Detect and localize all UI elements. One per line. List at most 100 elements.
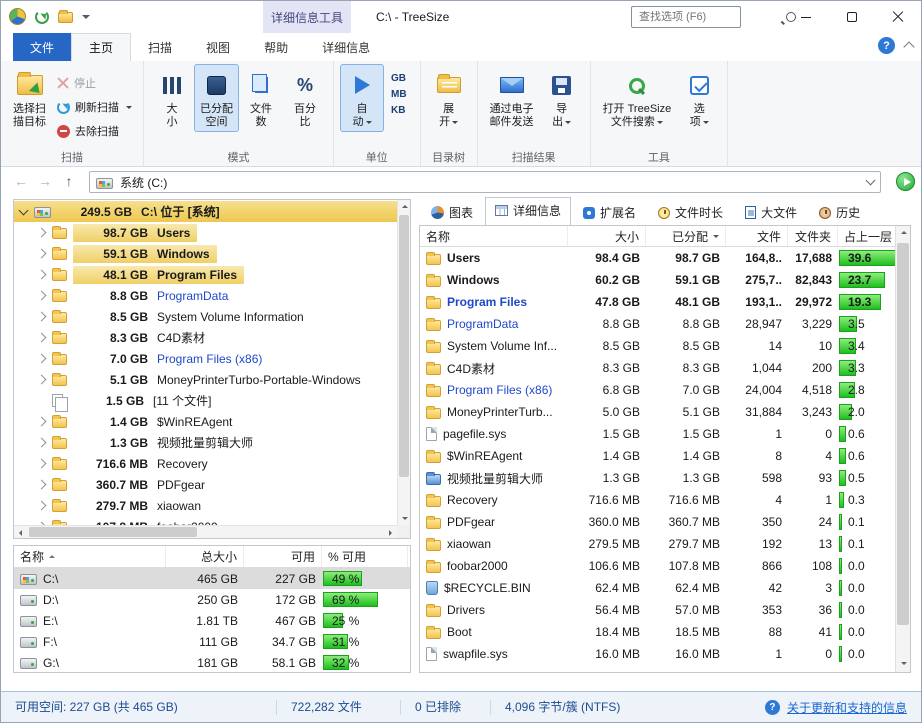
back-button[interactable]: ← bbox=[11, 171, 31, 191]
tree-row[interactable]: 360.7 MBPDFgear bbox=[14, 474, 397, 495]
go-button[interactable] bbox=[896, 172, 915, 191]
table-row[interactable]: $WinREAgent1.4 GB1.4 GB840.6 bbox=[420, 445, 895, 467]
remove-scan-button[interactable]: 去除扫描 bbox=[52, 121, 137, 141]
tree-row[interactable]: 7.0 GBProgram Files (x86) bbox=[14, 348, 397, 369]
tree-row[interactable]: 8.5 GBSystem Volume Information bbox=[14, 306, 397, 327]
tab-details[interactable]: 详细信息 bbox=[305, 33, 387, 61]
chevron-right-icon[interactable] bbox=[37, 333, 47, 343]
tab-view[interactable]: 视图 bbox=[189, 33, 247, 61]
contextual-tab-header[interactable]: 详细信息工具 bbox=[263, 1, 351, 33]
scrollbar-thumb[interactable] bbox=[29, 527, 197, 537]
mode-percent-button[interactable]: 百分比 bbox=[283, 64, 327, 132]
scroll-up-icon[interactable] bbox=[398, 200, 411, 213]
tree-row[interactable]: 8.8 GBProgramData bbox=[14, 285, 397, 306]
column-header-pct-free[interactable]: % 可用 bbox=[322, 546, 408, 567]
tree-row[interactable]: 59.1 GBWindows bbox=[14, 243, 397, 264]
chevron-right-icon[interactable] bbox=[37, 438, 47, 448]
table-row[interactable]: Boot18.4 MB18.5 MB88410.0 bbox=[420, 621, 895, 643]
quick-scan-icon[interactable] bbox=[58, 12, 73, 23]
chevron-right-icon[interactable] bbox=[37, 354, 47, 364]
tab-chart[interactable]: 图表 bbox=[421, 199, 483, 225]
mode-size-button[interactable]: 大小 bbox=[150, 64, 194, 132]
table-row[interactable]: System Volume Inf...8.5 GB8.5 GB14103.4 bbox=[420, 335, 895, 357]
tab-history[interactable]: 历史 bbox=[809, 199, 870, 225]
expand-tree-button[interactable]: 展开 bbox=[427, 64, 471, 132]
column-header-name[interactable]: 名称 bbox=[420, 226, 568, 246]
column-header-allocated[interactable]: 已分配 bbox=[646, 226, 726, 246]
table-row[interactable]: swapfile.sys16.0 MB16.0 MB100.0 bbox=[420, 643, 895, 665]
tab-scan[interactable]: 扫描 bbox=[131, 33, 189, 61]
forward-button[interactable]: → bbox=[35, 171, 55, 191]
table-row[interactable]: 视频批量剪辑大师1.3 GB1.3 GB598930.5 bbox=[420, 467, 895, 489]
chevron-right-icon[interactable] bbox=[37, 270, 47, 280]
mode-filecount-button[interactable]: 文件数 bbox=[239, 64, 283, 132]
table-row[interactable]: PDFgear360.0 MB360.7 MB350240.1 bbox=[420, 511, 895, 533]
tree-row[interactable]: 98.7 GBUsers bbox=[14, 222, 397, 243]
table-row[interactable]: Windows60.2 GB59.1 GB275,7..82,84323.7 bbox=[420, 269, 895, 291]
drive-row[interactable]: F:\111 GB34.7 GB31 % bbox=[14, 631, 410, 652]
chevron-right-icon[interactable] bbox=[37, 249, 47, 259]
drive-row[interactable]: C:\465 GB227 GB49 % bbox=[14, 568, 410, 589]
chevron-down-icon[interactable] bbox=[19, 205, 29, 215]
options-button[interactable]: 选项 bbox=[677, 64, 721, 132]
table-row[interactable]: Drivers56.4 MB57.0 MB353360.0 bbox=[420, 599, 895, 621]
tab-file-age[interactable]: 文件时长 bbox=[648, 199, 733, 225]
chevron-right-icon[interactable] bbox=[37, 480, 47, 490]
table-row[interactable]: xiaowan279.5 MB279.7 MB192130.1 bbox=[420, 533, 895, 555]
table-row[interactable]: MoneyPrinterTurb...5.0 GB5.1 GB31,8843,2… bbox=[420, 401, 895, 423]
drive-row[interactable]: E:\1.81 TB467 GB25 % bbox=[14, 610, 410, 631]
tree-row[interactable]: 279.7 MBxiaowan bbox=[14, 495, 397, 516]
treesize-logo-icon[interactable] bbox=[9, 8, 26, 25]
column-header-size[interactable]: 大小 bbox=[568, 226, 646, 246]
drive-row[interactable]: D:\250 GB172 GB69 % bbox=[14, 589, 410, 610]
tab-help[interactable]: 帮助 bbox=[247, 33, 305, 61]
tree-row[interactable]: 48.1 GBProgram Files bbox=[14, 264, 397, 285]
chevron-right-icon[interactable] bbox=[37, 417, 47, 427]
chevron-right-icon[interactable] bbox=[37, 291, 47, 301]
send-email-button[interactable]: 通过电子邮件发送 bbox=[484, 64, 540, 132]
tree-row[interactable]: 8.3 GBC4D素材 bbox=[14, 327, 397, 348]
stop-scan-button[interactable]: 停止 bbox=[52, 73, 137, 93]
scroll-down-icon[interactable] bbox=[896, 657, 911, 672]
tab-home[interactable]: 主页 bbox=[71, 33, 131, 61]
drive-row[interactable]: G:\181 GB58.1 GB32 % bbox=[14, 652, 410, 673]
unit-auto-button[interactable]: 自动 bbox=[340, 64, 384, 132]
search-input[interactable] bbox=[632, 11, 785, 23]
scrollbar-thumb[interactable] bbox=[897, 243, 909, 625]
tab-extensions[interactable]: 扩展名 bbox=[573, 199, 646, 225]
tab-top-files[interactable]: 大文件 bbox=[735, 199, 807, 225]
unit-kb-button[interactable]: KB bbox=[384, 104, 414, 117]
table-row[interactable]: Recovery716.6 MB716.6 MB410.3 bbox=[420, 489, 895, 511]
tab-details-view[interactable]: 详细信息 bbox=[485, 197, 571, 225]
table-row[interactable]: $RECYCLE.BIN62.4 MB62.4 MB4230.0 bbox=[420, 577, 895, 599]
column-header-percent-of-parent[interactable]: 占上一层 bbox=[838, 226, 895, 246]
scrollbar-thumb[interactable] bbox=[399, 215, 409, 477]
quick-access-dropdown-icon[interactable] bbox=[82, 15, 90, 23]
path-dropdown-icon[interactable] bbox=[866, 176, 876, 186]
help-icon[interactable] bbox=[765, 700, 780, 715]
tree-row[interactable]: 1.5 GB[11 个文件] bbox=[14, 390, 397, 411]
tree-row[interactable]: 1.4 GB$WinREAgent bbox=[14, 411, 397, 432]
column-header-total[interactable]: 总大小 bbox=[166, 546, 244, 567]
scroll-left-icon[interactable] bbox=[14, 526, 27, 539]
choose-scan-target-button[interactable]: 选择扫描目标 bbox=[7, 64, 52, 132]
chevron-right-icon[interactable] bbox=[37, 501, 47, 511]
table-row[interactable]: pagefile.sys1.5 GB1.5 GB100.6 bbox=[420, 423, 895, 445]
minimize-button[interactable] bbox=[783, 1, 829, 33]
maximize-button[interactable] bbox=[829, 1, 875, 33]
column-header-free[interactable]: 可用 bbox=[244, 546, 322, 567]
tree-row[interactable]: 716.6 MBRecovery bbox=[14, 453, 397, 474]
chevron-right-icon[interactable] bbox=[37, 312, 47, 322]
table-row[interactable]: Users98.4 GB98.7 GB164,8..17,68839.6 bbox=[420, 247, 895, 269]
unit-gb-button[interactable]: GB bbox=[384, 72, 414, 85]
scroll-up-icon[interactable] bbox=[896, 226, 911, 241]
table-row[interactable]: foobar2000106.6 MB107.8 MB8661080.0 bbox=[420, 555, 895, 577]
column-header-folders[interactable]: 文件夹 bbox=[788, 226, 838, 246]
column-header-name[interactable]: 名称 bbox=[14, 546, 166, 567]
collapse-ribbon-icon[interactable] bbox=[903, 41, 914, 52]
table-row[interactable]: Program Files (x86)6.8 GB7.0 GB24,0044,5… bbox=[420, 379, 895, 401]
refresh-scan-button[interactable]: 刷新扫描 bbox=[52, 97, 137, 117]
column-header-files[interactable]: 文件 bbox=[726, 226, 788, 246]
update-info-link[interactable]: 关于更新和支持的信息 bbox=[787, 699, 907, 716]
tree-row[interactable]: 107.8 MBfoobar2000 bbox=[14, 516, 397, 525]
